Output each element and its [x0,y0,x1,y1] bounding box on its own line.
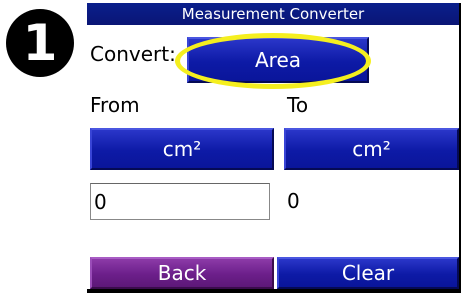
back-button[interactable]: Back [90,257,274,289]
convert-type-button[interactable]: Area [187,37,369,83]
step-number-badge: 1 [6,9,74,77]
to-label: To [287,93,309,117]
measurement-converter-screen: Measurement Converter Convert: Area From… [87,3,459,289]
from-unit-button[interactable]: cm² [90,128,274,170]
to-unit-button[interactable]: cm² [284,128,459,170]
clear-button[interactable]: Clear [277,257,459,289]
window-title: Measurement Converter [87,3,459,25]
convert-label: Convert: [90,42,176,66]
device-frame: Measurement Converter Convert: Area From… [87,3,461,293]
to-value: 0 [287,189,300,213]
from-label: From [90,93,140,117]
from-value-input[interactable] [90,183,270,220]
